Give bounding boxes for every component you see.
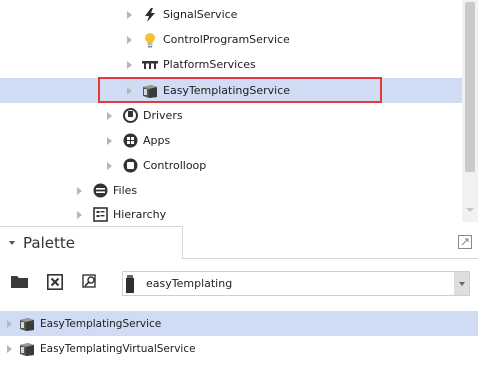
find-icon[interactable] [80, 272, 100, 292]
tree-item-apps[interactable]: Apps [0, 128, 462, 153]
tree-item-label: Drivers [143, 109, 183, 122]
lightning-icon [142, 7, 158, 23]
files-icon [92, 183, 108, 199]
expand-arrow-icon[interactable] [4, 318, 14, 330]
tree-item-label: Files [113, 184, 138, 197]
expand-arrow-icon[interactable] [4, 343, 14, 355]
expand-arrow-icon[interactable] [124, 85, 134, 97]
scrollbar-thumb[interactable] [465, 2, 475, 172]
controlloop-icon [122, 158, 138, 174]
lightbulb-icon [142, 32, 158, 48]
palette-tab[interactable]: Palette [0, 226, 183, 259]
palette-title: Palette [23, 234, 75, 252]
expand-arrow-icon[interactable] [74, 209, 84, 221]
tree-item-controlloop[interactable]: Controlloop [0, 153, 462, 178]
expand-arrow-icon[interactable] [104, 135, 114, 147]
maximize-icon[interactable] [458, 235, 472, 249]
expand-arrow-icon[interactable] [124, 34, 134, 46]
expand-arrow-icon[interactable] [74, 185, 84, 197]
tree-item-signal-service[interactable]: SignalService [0, 2, 462, 27]
box-icon [19, 341, 35, 357]
close-palette-icon[interactable] [45, 272, 65, 292]
tree-item-platform-services[interactable]: PlatformServices [0, 52, 462, 77]
scroll-down-arrow-icon[interactable] [466, 208, 474, 212]
tree-item-hierarchy[interactable]: Hierarchy [0, 202, 462, 222]
expand-arrow-icon[interactable] [124, 59, 134, 71]
module-selector-value: easyTemplating [146, 277, 233, 290]
tree-item-label: Apps [143, 134, 171, 147]
tree-item-label: EasyTemplatingService [163, 84, 291, 97]
tree-vertical-scrollbar[interactable] [462, 0, 478, 222]
navigation-tree: SignalService ControlProgramService Plat… [0, 0, 478, 222]
apps-icon [122, 133, 138, 149]
palette-item-easy-templating-service[interactable]: EasyTemplatingService [0, 311, 478, 336]
box-icon [19, 316, 35, 332]
tree-item-easy-templating-service[interactable]: EasyTemplatingService [0, 78, 462, 103]
palette-item-label: EasyTemplatingVirtualService [40, 342, 196, 355]
module-selector[interactable]: easyTemplating [122, 271, 470, 296]
palette-list: EasyTemplatingService EasyTemplatingVirt… [0, 308, 478, 369]
expand-arrow-icon[interactable] [104, 110, 114, 122]
module-jar-icon [126, 274, 140, 293]
palette-item-easy-templating-virtual-service[interactable]: EasyTemplatingVirtualService [0, 336, 478, 361]
tree-item-control-program-service[interactable]: ControlProgramService [0, 27, 462, 52]
collapse-caret-icon[interactable] [9, 241, 15, 245]
tree-item-label: SignalService [163, 8, 238, 21]
tree-item-label: ControlProgramService [163, 33, 290, 46]
tree-item-drivers[interactable]: Drivers [0, 103, 462, 128]
tree-item-label: PlatformServices [163, 58, 256, 71]
tree-item-label: Controlloop [143, 159, 207, 172]
dropdown-arrow-icon[interactable] [454, 272, 469, 295]
expand-arrow-icon[interactable] [104, 160, 114, 172]
palette-tab-bar: Palette [0, 226, 478, 259]
open-folder-icon[interactable] [10, 272, 30, 292]
tree-item-files[interactable]: Files [0, 178, 462, 203]
platform-icon [142, 57, 158, 73]
box-icon [142, 83, 158, 99]
drivers-icon [122, 108, 138, 124]
palette-item-label: EasyTemplatingService [40, 317, 162, 330]
expand-arrow-icon[interactable] [124, 9, 134, 21]
tree-item-label: Hierarchy [113, 208, 167, 221]
hierarchy-icon [92, 207, 108, 223]
